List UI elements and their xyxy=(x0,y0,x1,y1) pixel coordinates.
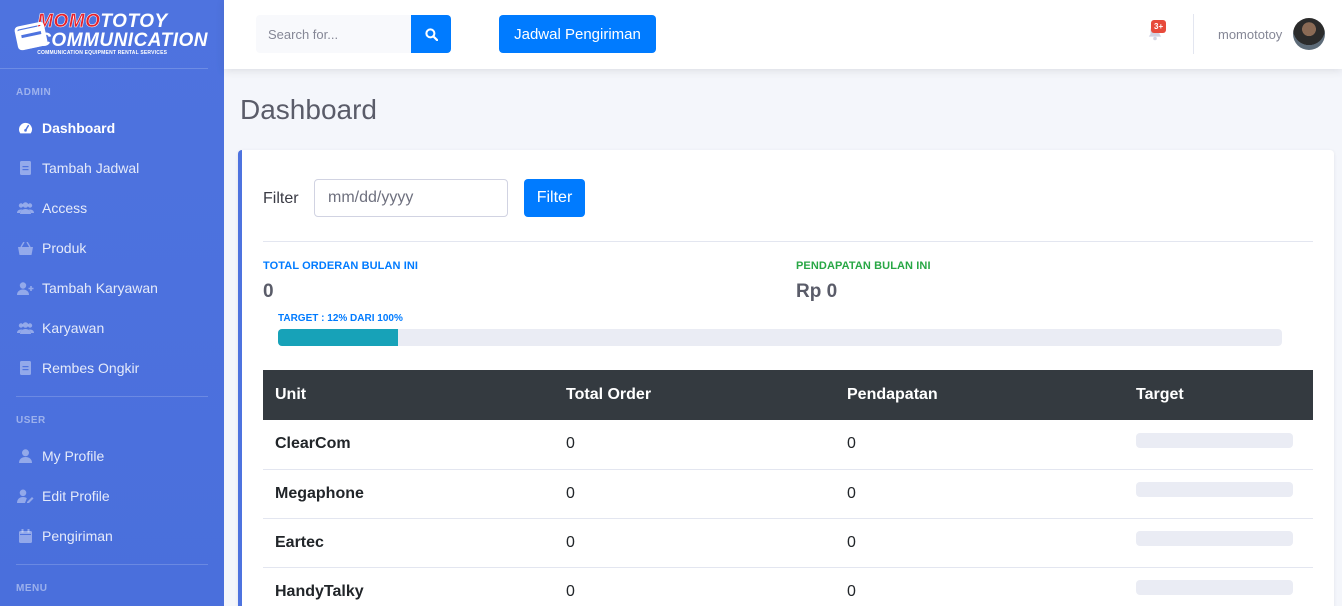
cell-pendapatan: 0 xyxy=(835,518,1124,568)
cell-total-order: 0 xyxy=(554,469,835,519)
sidebar-item-label: My Profile xyxy=(42,448,105,464)
income-stat-label: PENDAPATAN BULAN INI xyxy=(796,260,931,272)
sidebar-item-label: Dashboard xyxy=(42,120,116,136)
page-title: Dashboard xyxy=(240,94,377,125)
cell-target xyxy=(1124,469,1313,519)
sidebar-item-tambah-karyawan[interactable]: Tambah Karyawan xyxy=(0,268,224,308)
alerts-badge: 3+ xyxy=(1151,20,1167,33)
sidebar-item-my-profile[interactable]: My Profile xyxy=(0,436,224,476)
calendar-icon xyxy=(17,529,34,543)
cell-unit: ClearCom xyxy=(263,420,554,470)
jadwal-pengiriman-button[interactable]: Jadwal Pengiriman xyxy=(499,15,656,53)
table-row: ClearCom 0 0 xyxy=(263,420,1313,470)
sidebar-item-tambah-jadwal[interactable]: Tambah Jadwal xyxy=(0,148,224,188)
cell-unit: Eartec xyxy=(263,518,554,568)
filter-button[interactable]: Filter xyxy=(524,179,585,217)
cell-target xyxy=(1124,567,1313,606)
sidebar-item-dashboard[interactable]: Dashboard xyxy=(0,108,224,148)
sidebar-item-label: Produk xyxy=(42,240,87,256)
sidebar-item-label: Edit Profile xyxy=(42,488,110,504)
username[interactable]: momototoy xyxy=(1218,27,1282,42)
search-icon xyxy=(424,27,438,41)
sidebar-item-label: Tambah Jadwal xyxy=(42,160,140,176)
sidebar-heading-user: USER xyxy=(16,415,46,426)
topbar-divider xyxy=(1193,14,1194,54)
unit-table: Unit Total Order Pendapatan Target Clear… xyxy=(263,370,1313,606)
sidebar-item-rembes-ongkir[interactable]: Rembes Ongkir xyxy=(0,348,224,388)
sidebar-item-label: Tambah Karyawan xyxy=(42,280,158,296)
file-icon xyxy=(17,161,34,175)
cell-total-order: 0 xyxy=(554,518,835,568)
orders-stat-value: 0 xyxy=(263,281,274,302)
sidebar-item-label: Karyawan xyxy=(42,320,105,336)
cell-unit: Megaphone xyxy=(263,469,554,519)
filter-label: Filter xyxy=(263,190,299,207)
cards-icon xyxy=(13,16,49,52)
user-plus-icon xyxy=(17,281,34,295)
orders-stat-label: TOTAL ORDERAN BULAN INI xyxy=(263,260,419,272)
sidebar-heading-menu: MENU xyxy=(16,583,48,594)
file-icon xyxy=(17,361,34,375)
column-header-total-order: Total Order xyxy=(566,386,652,403)
target-mini-bar xyxy=(1136,432,1293,448)
column-header-pendapatan: Pendapatan xyxy=(847,386,938,403)
target-progress-bar xyxy=(278,329,1282,346)
column-header-unit: Unit xyxy=(275,386,307,403)
target-mini-bar xyxy=(1136,482,1293,497)
search-group xyxy=(256,15,451,53)
date-placeholder: mm/dd/yyyy xyxy=(328,189,414,206)
table-header-row: Unit Total Order Pendapatan Target xyxy=(263,370,1313,420)
table-row: Megaphone 0 0 xyxy=(263,469,1313,519)
user-icon xyxy=(17,449,34,463)
topbar: Jadwal Pengiriman 3+ momototoy xyxy=(224,0,1342,69)
sidebar-item-label: Rembes Ongkir xyxy=(42,360,140,376)
column-header-target: Target xyxy=(1136,386,1184,403)
sidebar-item-label: Pengiriman xyxy=(42,528,113,544)
search-input[interactable] xyxy=(256,15,411,53)
cell-total-order: 0 xyxy=(554,567,835,606)
cell-pendapatan: 0 xyxy=(835,567,1124,606)
tachometer-icon xyxy=(17,121,34,135)
basket-icon xyxy=(17,241,34,255)
cell-pendapatan: 0 xyxy=(835,469,1124,519)
cell-unit: HandyTalky xyxy=(263,567,554,606)
brand-logo[interactable]: MOMOTOTOY COMMUNICATION COMMUNICATION EQ… xyxy=(0,0,208,69)
avatar[interactable] xyxy=(1293,18,1325,50)
cell-target xyxy=(1124,518,1313,568)
sidebar-item-label: Access xyxy=(42,200,88,216)
cell-total-order: 0 xyxy=(554,420,835,470)
brand-wordmark: MOMOTOTOY COMMUNICATION COMMUNICATION EQ… xyxy=(37,11,208,56)
sidebar: MOMOTOTOY COMMUNICATION COMMUNICATION EQ… xyxy=(0,0,224,606)
target-mini-bar xyxy=(1136,580,1293,595)
date-field[interactable]: mm/dd/yyyy xyxy=(314,179,508,217)
table-row: HandyTalky 0 0 xyxy=(263,567,1313,606)
sidebar-item-produk[interactable]: Produk xyxy=(0,228,224,268)
dashboard-card: Filter mm/dd/yyyy Filter TOTAL ORDERAN B… xyxy=(238,150,1334,606)
target-mini-bar xyxy=(1136,531,1293,546)
sidebar-item-access[interactable]: Access xyxy=(0,188,224,228)
cell-target xyxy=(1124,420,1313,470)
sidebar-item-karyawan[interactable]: Karyawan xyxy=(0,308,224,348)
search-button[interactable] xyxy=(411,15,451,53)
cell-pendapatan: 0 xyxy=(835,420,1124,470)
user-edit-icon xyxy=(17,489,34,503)
sidebar-item-pengiriman[interactable]: Pengiriman xyxy=(0,516,224,556)
table-row: Eartec 0 0 xyxy=(263,518,1313,568)
sidebar-heading-admin: ADMIN xyxy=(16,87,52,98)
users-icon xyxy=(17,321,34,335)
target-progress-fill xyxy=(278,329,399,346)
users-icon xyxy=(17,201,34,215)
target-label: TARGET : 12% DARI 100% xyxy=(278,313,403,324)
sidebar-item-edit-profile[interactable]: Edit Profile xyxy=(0,476,224,516)
divider xyxy=(263,241,1313,242)
income-stat-value: Rp 0 xyxy=(796,281,838,302)
